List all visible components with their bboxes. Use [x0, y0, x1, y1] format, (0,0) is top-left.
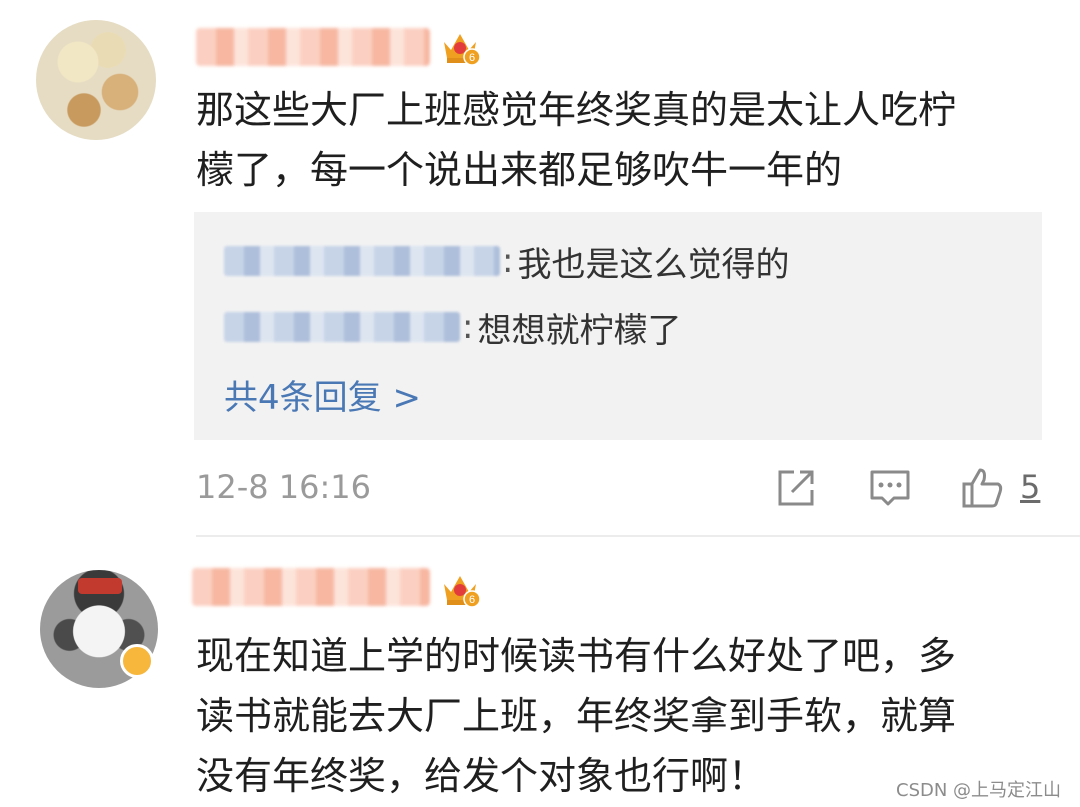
reply-username-blurred[interactable] — [224, 312, 460, 342]
level-number: 6 — [469, 52, 475, 64]
like-count[interactable]: 5 — [1020, 468, 1040, 506]
more-replies-link[interactable]: 共4条回复 > — [224, 370, 421, 419]
divider — [196, 535, 1080, 537]
watermark: CSDN @上马定江山 — [896, 780, 1062, 801]
username-blurred[interactable] — [196, 28, 430, 66]
comment-icon[interactable] — [868, 466, 912, 510]
comment-line: 檬了，每一个说出来都足够吹牛一年的 — [196, 148, 843, 192]
reply-username-blurred[interactable] — [224, 246, 500, 276]
avatar[interactable] — [36, 20, 156, 140]
reply-item[interactable]: : 我也是这么觉得的 — [224, 236, 789, 286]
comment-line: 现在知道上学的时候读书有什么好处了吧，多 — [196, 634, 957, 678]
reply-separator: : — [462, 307, 474, 347]
comment-text: 那这些大厂上班感觉年终奖真的是太让人吃柠 檬了，每一个说出来都足够吹牛一年的 — [196, 80, 1052, 200]
level-number: 6 — [469, 594, 475, 606]
reply-text: 想想就柠檬了 — [477, 310, 682, 351]
crown-level-icon: 6 — [444, 576, 480, 608]
comment-line: 读书就能去大厂上班，年终奖拿到手软，就算 — [196, 694, 957, 738]
reply-item[interactable]: : 想想就柠檬了 — [224, 302, 681, 352]
verified-badge-icon — [120, 644, 154, 678]
timestamp: 12-8 16:16 — [196, 468, 372, 506]
crown-level-icon: 6 — [444, 34, 480, 66]
reply-text: 我也是这么觉得的 — [517, 244, 790, 285]
share-icon[interactable] — [774, 466, 818, 510]
username-blurred[interactable] — [192, 568, 430, 606]
reply-separator: : — [502, 241, 514, 281]
comment-line: 没有年终奖，给发个对象也行啊！ — [196, 754, 767, 798]
comment-line: 那这些大厂上班感觉年终奖真的是太让人吃柠 — [196, 88, 957, 132]
like-icon[interactable] — [960, 466, 1004, 510]
